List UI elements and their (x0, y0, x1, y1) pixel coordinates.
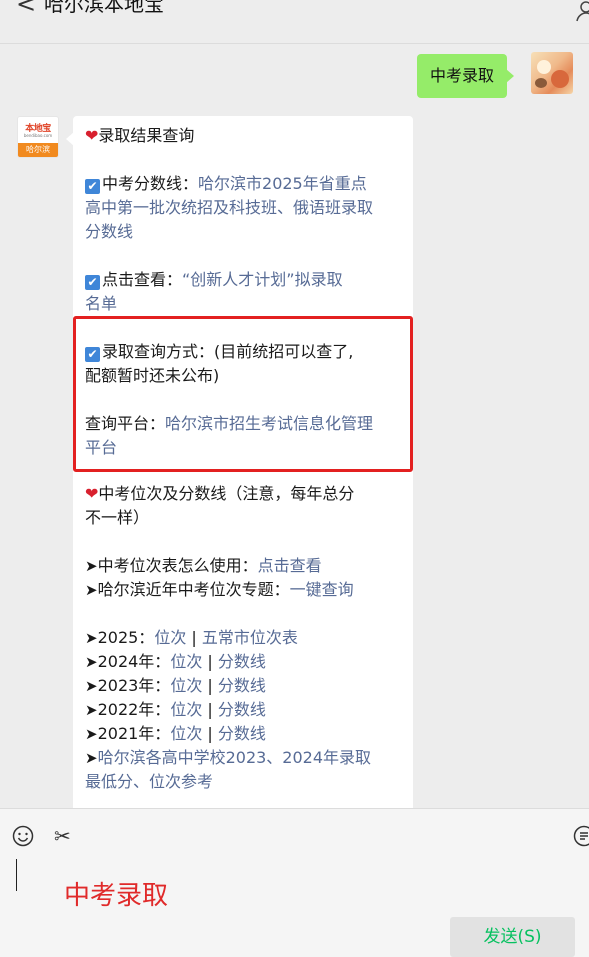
list-item: ✔录取查询方式：(目前统招可以查了, (85, 340, 407, 364)
list-item: ➤中考位次表怎么使用：点击查看 (85, 554, 407, 578)
platform-line: 查询平台：哈尔滨市招生考试信息化管理 (85, 412, 407, 436)
year-row: ➤2022年：位次 | 分数线 (85, 698, 407, 722)
logo-url: bendibao.com (18, 133, 58, 138)
platform-link[interactable]: 哈尔滨市招生考试信息化管理 (165, 414, 373, 433)
chat-title: 哈尔滨本地宝 (44, 0, 164, 16)
list-item: ➤哈尔滨近年中考位次专题：一键查询 (85, 578, 407, 602)
wuchang-rank-link[interactable]: 五常市位次表 (202, 628, 298, 647)
section-title-results: ❤录取结果查询 (85, 124, 407, 148)
platform-link-cont[interactable]: 平台 (85, 436, 407, 460)
arrow-icon: ➤ (85, 725, 98, 743)
rank-link[interactable]: 位次 (170, 676, 202, 695)
score-link[interactable]: 分数线 (218, 724, 266, 743)
score-line-link-cont[interactable]: 分数线 (85, 220, 407, 244)
arrow-icon: ➤ (85, 701, 98, 719)
list-item: ✔中考分数线：哈尔滨市2025年省重点 (85, 172, 407, 196)
input-bar: ✂ 中考录取 发送(S) (0, 808, 589, 957)
arrow-icon: ➤ (85, 629, 98, 647)
chat-history-icon[interactable] (573, 825, 589, 847)
checkbox-icon: ✔ (85, 275, 100, 290)
innovation-plan-link[interactable]: “创新人才计划”拟录取 (182, 270, 343, 289)
rank-link[interactable]: 位次 (170, 724, 202, 743)
chat-area[interactable]: 中考录取 本地宝 bendibao.com 哈尔滨 ❤录取结果查询 ✔中考分数线… (0, 44, 589, 808)
innovation-plan-link-cont[interactable]: 名单 (85, 292, 407, 316)
sent-message-bubble[interactable]: 中考录取 (417, 54, 507, 98)
top-bar: < 哈尔滨本地宝 (0, 0, 589, 44)
section-title-rank: ❤中考位次及分数线（注意，每年总分 (85, 482, 407, 506)
emoji-icon[interactable] (12, 825, 34, 847)
self-avatar[interactable] (531, 52, 573, 94)
text-cursor (16, 859, 17, 891)
score-line-link-cont[interactable]: 高中第一批次统招及科技班、俄语班录取 (85, 196, 407, 220)
score-link[interactable]: 分数线 (218, 700, 266, 719)
heart-icon: ❤ (85, 126, 98, 145)
school-min-score-link[interactable]: 哈尔滨各高中学校2023、2024年录取 (98, 748, 371, 767)
heart-icon: ❤ (85, 484, 98, 503)
checkbox-icon: ✔ (85, 347, 100, 362)
list-item: ➤哈尔滨各高中学校2023、2024年录取 (85, 746, 407, 770)
rank-link[interactable]: 位次 (170, 700, 202, 719)
year-row: ➤2025：位次 | 五常市位次表 (85, 626, 407, 650)
rank-use-link[interactable]: 点击查看 (258, 556, 322, 575)
score-link[interactable]: 分数线 (218, 652, 266, 671)
score-line-link[interactable]: 哈尔滨市2025年省重点 (198, 174, 367, 193)
logo-city: 哈尔滨 (18, 143, 58, 157)
screenshot-scissors-icon[interactable]: ✂ (54, 825, 71, 847)
checkbox-icon: ✔ (85, 179, 100, 194)
year-row: ➤2021年：位次 | 分数线 (85, 722, 407, 746)
year-row: ➤2024年：位次 | 分数线 (85, 650, 407, 674)
profile-icon[interactable] (575, 0, 589, 22)
query-method-note: 配额暂时还未公布) (85, 364, 407, 388)
arrow-icon: ➤ (85, 581, 98, 599)
back-icon[interactable]: < (16, 0, 36, 16)
school-min-score-link-cont[interactable]: 最低分、位次参考 (85, 770, 407, 794)
rank-topic-link[interactable]: 一键查询 (290, 580, 354, 599)
message-input[interactable]: 中考录取 (64, 879, 168, 913)
received-message-bubble: ❤录取结果查询 ✔中考分数线：哈尔滨市2025年省重点 高中第一批次统招及科技班… (73, 116, 413, 808)
arrow-icon: ➤ (85, 677, 98, 695)
arrow-icon: ➤ (85, 557, 98, 575)
list-item: ✔点击查看：“创新人才计划”拟录取 (85, 268, 407, 292)
score-link[interactable]: 分数线 (218, 676, 266, 695)
bot-avatar[interactable]: 本地宝 bendibao.com 哈尔滨 (17, 116, 59, 158)
rank-link[interactable]: 位次 (170, 652, 202, 671)
section-title-rank-cont: 不一样） (85, 506, 407, 530)
rank-link[interactable]: 位次 (154, 628, 186, 647)
arrow-icon: ➤ (85, 749, 98, 767)
send-button[interactable]: 发送(S) (450, 917, 575, 957)
year-row: ➤2023年：位次 | 分数线 (85, 674, 407, 698)
arrow-icon: ➤ (85, 653, 98, 671)
